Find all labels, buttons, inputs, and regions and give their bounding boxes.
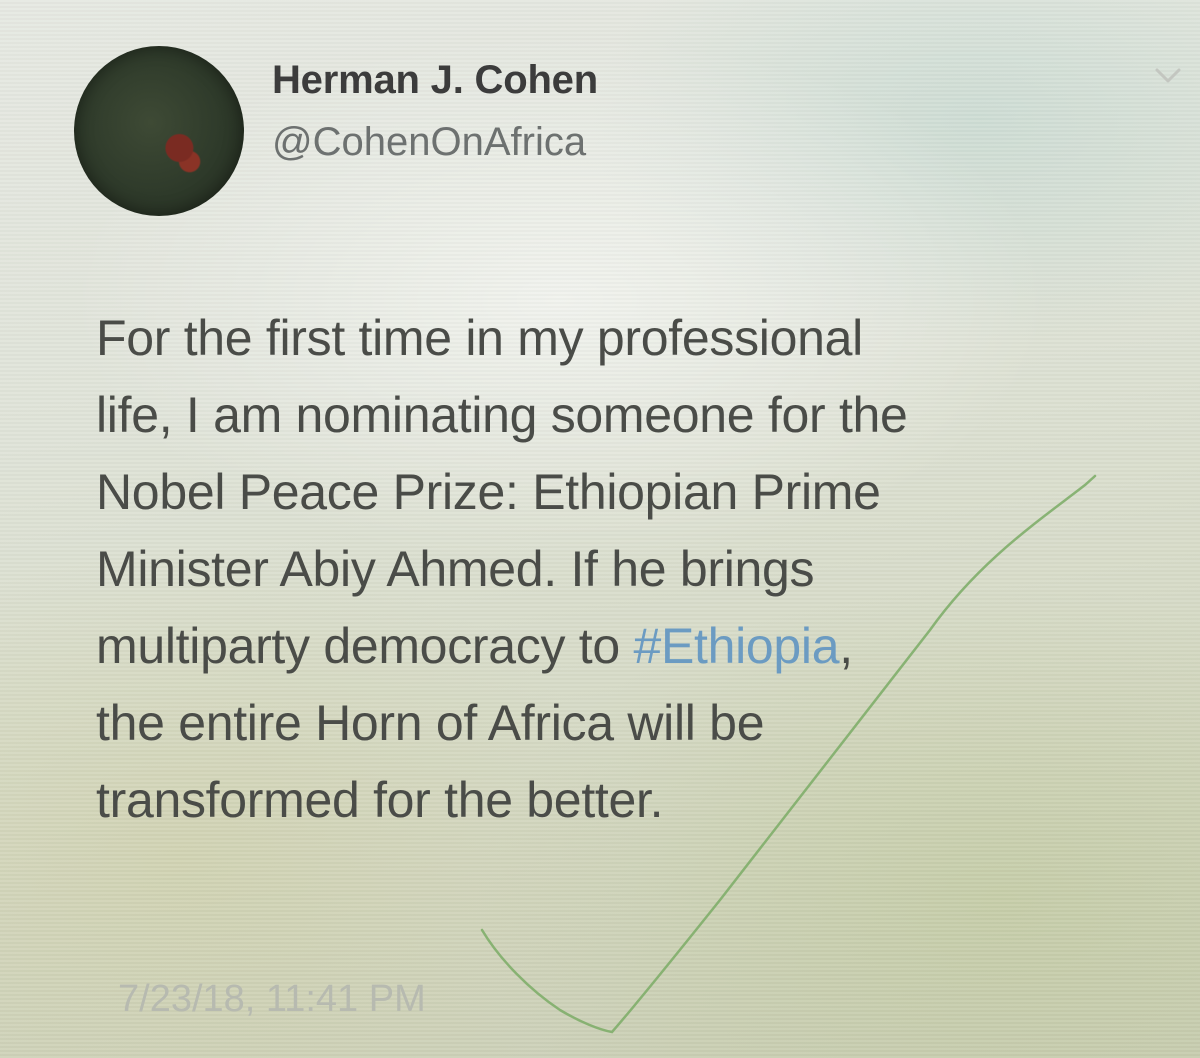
tweet-body-line: transformed for the better. [96, 772, 664, 828]
tweet-body-line: Minister Abiy Ahmed. If he brings [96, 541, 815, 597]
author-handle[interactable]: @CohenOnAfrica [272, 120, 586, 165]
tweet-body-line: For the first time in my professional [96, 310, 863, 366]
tweet-body: For the first time in my professional li… [96, 300, 1186, 839]
chevron-down-icon[interactable] [1154, 66, 1182, 86]
author-name[interactable]: Herman J. Cohen [272, 58, 598, 103]
tweet-body-line: Nobel Peace Prize: Ethiopian Prime [96, 464, 881, 520]
tweet-card: Herman J. Cohen @CohenOnAfrica For the f… [0, 0, 1200, 1058]
hashtag-link[interactable]: #Ethiopia [633, 618, 839, 674]
tweet-body-line: multiparty democracy to #Ethiopia, [96, 608, 1186, 685]
tweet-body-text: , [839, 618, 853, 674]
tweet-body-line: life, I am nominating someone for the [96, 387, 908, 443]
tweet-body-line: the entire Horn of Africa will be [96, 695, 765, 751]
tweet-body-text: multiparty democracy to [96, 618, 634, 674]
tweet-timestamp[interactable]: 7/23/18, 11:41 PM [118, 978, 426, 1021]
author-avatar[interactable] [74, 46, 244, 216]
